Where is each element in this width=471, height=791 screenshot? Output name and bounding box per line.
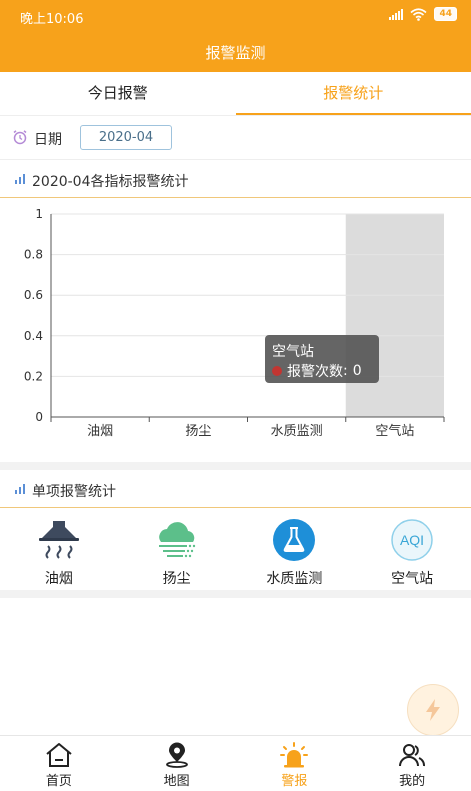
single-section-header: 单项报警统计 [0, 470, 471, 508]
series-marker-icon [272, 366, 282, 376]
chart-section-title: 2020-04各指标报警统计 [32, 174, 189, 190]
alarm-clock-icon [13, 130, 27, 145]
x-tick-label: 空气站 [375, 423, 414, 439]
nav-map-label: 地图 [163, 774, 190, 789]
single-item-label: 水质监测 [266, 571, 323, 587]
tooltip-value: 0 [352, 363, 362, 379]
bottom-nav: 首页 地图 警报 我的 [0, 735, 471, 791]
nav-home-label: 首页 [45, 774, 72, 789]
signal-icon [389, 8, 404, 20]
y-tick-label: 1 [35, 207, 43, 221]
section-divider [0, 590, 471, 598]
status-time: 晚上10:06 [20, 12, 84, 27]
single-section-title: 单项报警统计 [32, 484, 116, 500]
highlight-band [345, 214, 444, 417]
y-tick-label: 0.8 [24, 248, 43, 262]
home-icon [46, 743, 72, 767]
tab-today-alarm[interactable]: 今日报警 [0, 72, 236, 115]
nav-mine[interactable]: 我的 [353, 736, 471, 791]
alarm-bar-chart[interactable]: 0 0.2 0.4 0.6 0.8 1 油烟 扬尘 水质监测 空气站 [0, 198, 471, 460]
single-item-water-quality[interactable]: 水质监测 [236, 508, 354, 588]
status-bar: 晚上10:06 44 [0, 0, 471, 30]
alarm-icon [280, 742, 309, 768]
lightning-icon [426, 699, 440, 721]
dust-cloud-icon [158, 522, 195, 558]
section-divider [0, 462, 471, 470]
tab-alarm-statistics[interactable]: 报警统计 [235, 72, 471, 115]
single-item-dust[interactable]: 扬尘 [118, 508, 236, 588]
lightning-fab[interactable] [407, 684, 459, 736]
single-item-label: 空气站 [391, 571, 434, 587]
single-item-air-station[interactable]: AQI 空气站 [353, 508, 471, 588]
chart-svg: 0 0.2 0.4 0.6 0.8 1 油烟 扬尘 水质监测 空气站 [24, 207, 445, 439]
tooltip-line: 报警次数: 0 [272, 361, 362, 381]
single-item-oil-fume[interactable]: 油烟 [0, 508, 118, 588]
chart-tooltip: 空气站 报警次数: 0 [265, 335, 379, 383]
map-pin-icon [165, 742, 188, 768]
y-tick-label: 0.2 [24, 369, 43, 383]
aqi-icon-text: AQI [400, 532, 424, 548]
tooltip-series-name: 报警次数 [287, 364, 343, 380]
tab-bar: 今日报警 报警统计 [0, 72, 471, 116]
date-filter-row: 日期 2020-04 [0, 116, 471, 160]
nav-alarm[interactable]: 警报 [236, 736, 354, 791]
y-tick-label: 0 [35, 410, 43, 424]
battery-icon: 44 [434, 7, 457, 21]
single-item-label: 扬尘 [162, 571, 191, 587]
x-tick-label: 油烟 [87, 424, 113, 439]
wifi-icon [410, 7, 427, 21]
x-tick-label: 水质监测 [271, 424, 323, 439]
date-label: 日期 [34, 132, 62, 148]
single-stat-list: 油烟 扬尘 水质监测 AQI 空气站 [0, 508, 471, 588]
date-picker[interactable]: 2020-04 [80, 125, 172, 150]
x-tick-label: 扬尘 [185, 424, 211, 439]
chart-section-header: 2020-04各指标报警统计 [0, 160, 471, 198]
nav-alarm-label: 警报 [281, 774, 308, 789]
nav-mine-label: 我的 [399, 774, 426, 789]
y-tick-label: 0.4 [24, 329, 43, 343]
nav-home[interactable]: 首页 [0, 736, 118, 791]
tooltip-colon: : [343, 363, 348, 379]
aqi-icon: AQI [391, 519, 433, 561]
user-icon [399, 744, 426, 767]
y-tick-label: 0.6 [24, 288, 43, 302]
flask-icon [273, 519, 316, 561]
tooltip-title: 空气站 [272, 344, 314, 360]
single-item-label: 油烟 [44, 571, 73, 587]
bar-chart-icon [15, 484, 25, 494]
app-header: 晚上10:06 44 报警监测 [0, 0, 471, 72]
range-hood-icon [38, 521, 79, 559]
nav-map[interactable]: 地图 [118, 736, 236, 791]
page-title: 报警监测 [205, 44, 266, 62]
status-icons: 44 [389, 7, 457, 21]
bar-chart-icon [15, 174, 25, 184]
